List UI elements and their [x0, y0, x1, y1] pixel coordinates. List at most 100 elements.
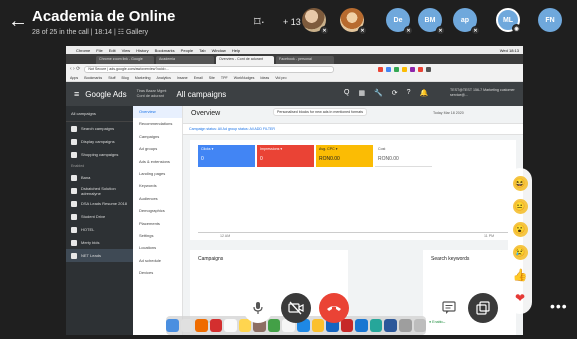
extension-icons: [378, 66, 432, 72]
sidebar-item-selected: NET Leads: [66, 249, 133, 262]
campaign-icon: [71, 187, 77, 194]
account-sub: Tiras Bazar Mgmt: [136, 89, 167, 93]
bookmark: Analytics: [156, 75, 171, 80]
meeting-header: ← Academia de Online 28 of 25 in the cal…: [0, 0, 577, 46]
participant-avatar[interactable]: ap ✕: [453, 8, 480, 35]
campaign-icon: [71, 226, 77, 233]
meeting-subtitle: 28 of 25 in the call | 18:14 | ☷ Gallery: [32, 29, 149, 36]
participant-avatar-active[interactable]: ML ◉: [496, 8, 521, 33]
nav-item: Ads & extensions: [139, 158, 170, 164]
nav-item-overview: Overview: [133, 106, 182, 119]
menu-item: Edit: [108, 47, 116, 53]
avatar-initials: De: [393, 16, 403, 24]
sidebar-item-label: Display campaigns: [81, 139, 115, 144]
muted-mic-icon: ✕: [471, 26, 480, 35]
bookmark: Blog: [121, 75, 129, 80]
search-keywords-card: Search keywords ● Enabled: [423, 250, 516, 335]
participant-avatar[interactable]: ✕: [340, 8, 367, 35]
account-name: Cont de adurant: [136, 94, 164, 98]
bookmark: Bookmarks: [84, 75, 103, 80]
sidebar-item: Display campaigns: [66, 135, 133, 148]
wow-reaction-icon[interactable]: 😮: [512, 222, 528, 237]
nav-item: Settings: [139, 232, 154, 238]
more-options-button[interactable]: •••: [550, 298, 568, 314]
browser-tab: Chrome zoom link - Google: [96, 56, 154, 64]
app-icon: [267, 319, 281, 332]
menu-item: Bookmarks: [154, 47, 175, 53]
app-icon: [209, 319, 223, 332]
metric-name: Clicks ▾: [201, 147, 214, 151]
microphone-icon: [253, 302, 263, 314]
muted-mic-icon: ✕: [358, 26, 367, 35]
participant-avatar[interactable]: FN: [538, 8, 562, 32]
sidebar-item-label: Shopping campaigns: [81, 152, 119, 157]
menu-item: File: [96, 47, 103, 53]
date-range: Today Mar 18 2020: [433, 111, 464, 115]
share-screen-button[interactable]: [468, 293, 498, 323]
refresh-icon: ⟳: [391, 90, 398, 97]
chat-button[interactable]: [434, 293, 464, 323]
bookmark: Marketing: [134, 75, 151, 80]
campaign-icon: [71, 174, 77, 181]
nav-item: Audiences: [139, 195, 158, 201]
sad-reaction-icon[interactable]: 😢: [512, 245, 528, 260]
finder-icon: [165, 319, 179, 332]
launchpad-icon: [180, 319, 194, 332]
microphone-button[interactable]: [243, 293, 273, 323]
laugh-reaction-icon[interactable]: 😆: [512, 176, 528, 191]
dropbox-icon: [355, 319, 368, 332]
trash-icon: [413, 319, 427, 332]
sidebar-item: HOTEL: [66, 223, 133, 236]
ads-page-title: All campaigns: [176, 89, 227, 99]
bookmarks-bar: Apps Bookmarks Stuff Blog Marketing Anal…: [66, 74, 523, 82]
nav-item: Demographics: [139, 208, 165, 214]
browser-tab: Academia: [156, 56, 214, 64]
mac-menubar: Chrome File Edit View History Bookmarks …: [66, 46, 523, 54]
neutral-reaction-icon[interactable]: 😐: [512, 199, 528, 214]
hang-up-icon: [327, 306, 341, 311]
avatar-initials: FN: [545, 16, 555, 24]
campaign-type-icon: [71, 138, 77, 145]
sidebar-item-label: HOTEL: [81, 227, 95, 232]
camera-toggle-button[interactable]: [281, 293, 311, 323]
menu-item: History: [136, 47, 149, 53]
chrome-icon: [311, 319, 325, 332]
participant-avatar[interactable]: ✕: [302, 8, 329, 35]
participant-avatar[interactable]: De ✕: [386, 8, 413, 35]
sidebar-item: Merty bids: [66, 236, 133, 249]
search-icon: Q: [344, 89, 350, 96]
reactions-panel: 😆 😐 😮 😢 👍 ❤: [508, 168, 532, 314]
layout-icon[interactable]: ⌑·: [254, 14, 265, 30]
nav-item: Placements: [139, 220, 160, 226]
nav-item: Landing pages: [139, 170, 166, 176]
camera-off-icon: [288, 301, 304, 315]
menu-item: Help: [231, 47, 241, 53]
avatar-initials: BM: [424, 16, 436, 24]
sidebar-header: All campaigns: [66, 106, 133, 122]
metric-clicks: Clicks ▾ 0: [198, 145, 255, 167]
filter-bar: Campaign status: All Ad group status: Al…: [183, 123, 523, 135]
bookmark: Apps: [70, 75, 79, 80]
end-call-button[interactable]: [319, 293, 349, 323]
sidebar-item: Shopping campaigns: [66, 148, 133, 161]
more-participants-count[interactable]: + 13: [283, 17, 301, 27]
app-icon: [369, 319, 383, 332]
sidebar-item: Dsbatched Solution adrenalyne: [66, 184, 133, 197]
sidebar-item-label: Dsbatched Solution adrenalyne: [81, 185, 116, 196]
menu-item: Tab: [199, 47, 206, 53]
nav-item: Campaigns: [139, 133, 160, 139]
thumbs-up-reaction-icon[interactable]: 👍: [513, 268, 528, 283]
menu-item: Window: [211, 47, 226, 53]
ads-campaign-sidebar: All campaigns Search campaigns Display c…: [66, 106, 133, 335]
app-icon: [398, 319, 412, 332]
heart-reaction-icon[interactable]: ❤: [513, 291, 528, 306]
bookmark: Ideas: [260, 75, 270, 80]
campaign-icon: [71, 252, 77, 259]
metric-value: 0: [201, 156, 204, 162]
back-arrow-icon[interactable]: ←: [8, 11, 28, 31]
metric-avg-cpc: Avg. CPC ▾ RON0.00: [316, 145, 373, 167]
participant-avatar[interactable]: BM ✕: [418, 8, 445, 35]
bookmark: Stuff: [108, 75, 116, 80]
nav-item: Ad groups: [139, 146, 158, 152]
nav-item: Ad schedule: [139, 257, 162, 263]
